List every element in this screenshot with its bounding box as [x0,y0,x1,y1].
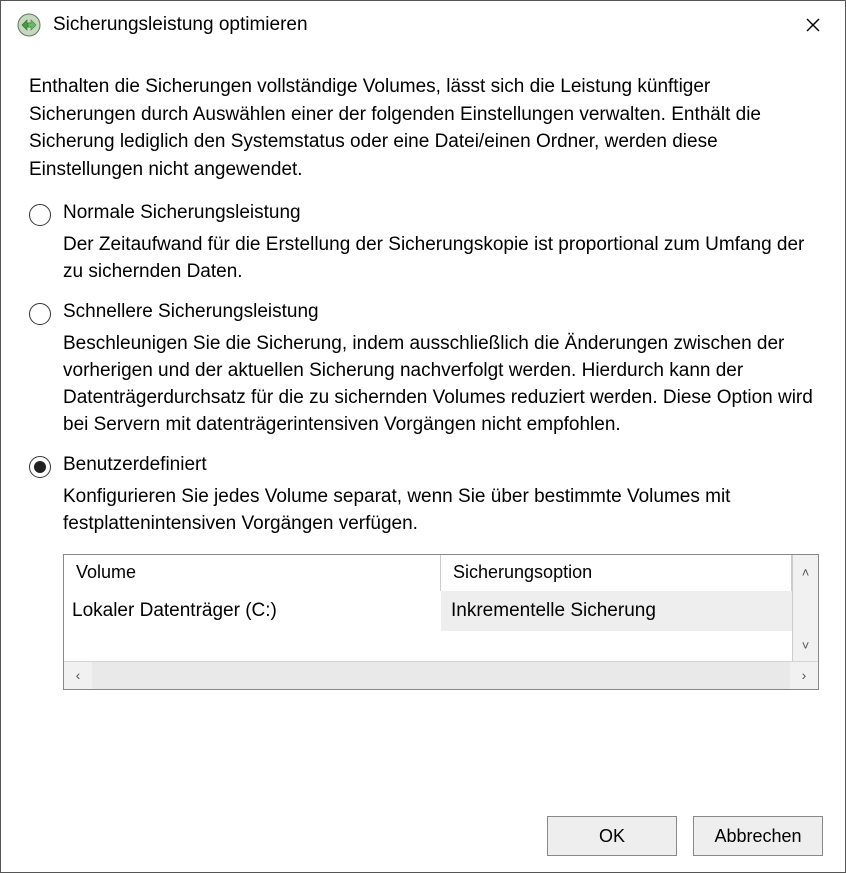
scroll-left-button[interactable]: ‹ [64,662,92,689]
app-icon [15,11,43,39]
chevron-right-icon: › [802,667,807,683]
scroll-track[interactable] [792,591,818,631]
option-normal-label: Normale Sicherungsleistung [63,201,301,224]
window-title: Sicherungsleistung optimieren [53,14,308,36]
scroll-up-button[interactable]: ˄ [792,555,818,591]
option-normal[interactable]: Normale Sicherungsleistung [29,201,817,226]
table-header-row: Volume Sicherungsoption ˄ [64,555,818,591]
option-faster-desc: Beschleunigen Sie die Sicherung, indem a… [63,331,817,439]
radio-normal[interactable] [29,204,51,226]
option-custom[interactable]: Benutzerdefiniert [29,453,817,478]
dialog-buttons: OK Abbrechen [547,816,823,856]
header-option[interactable]: Sicherungsoption [441,555,792,591]
option-custom-label: Benutzerdefiniert [63,453,207,476]
scroll-track-horizontal[interactable] [92,662,790,689]
option-custom-desc: Konfigurieren Sie jedes Volume separat, … [63,484,817,538]
chevron-left-icon: ‹ [76,667,81,683]
table-row[interactable]: Lokaler Datenträger (C:) Inkrementelle S… [64,591,818,631]
horizontal-scrollbar[interactable]: ‹ › [64,661,818,689]
intro-text: Enthalten die Sicherungen vollständige V… [29,73,817,183]
cell-option[interactable]: Inkrementelle Sicherung [441,591,792,631]
header-volume[interactable]: Volume [64,555,441,591]
close-icon [806,18,820,32]
scroll-down-button[interactable]: ˅ [792,631,818,661]
option-faster[interactable]: Schnellere Sicherungsleistung [29,300,817,325]
cell-volume: Lokaler Datenträger (C:) [64,591,441,631]
option-faster-label: Schnellere Sicherungsleistung [63,300,319,323]
close-button[interactable] [793,5,833,45]
radio-faster[interactable] [29,303,51,325]
option-normal-desc: Der Zeitaufwand für die Erstellung der S… [63,232,817,286]
cancel-button[interactable]: Abbrechen [693,816,823,856]
titlebar: Sicherungsleistung optimieren [1,1,845,49]
chevron-down-icon: ˅ [802,638,810,653]
content-area: Enthalten die Sicherungen vollständige V… [1,49,845,690]
volume-table: Volume Sicherungsoption ˄ Lokaler Datent… [63,554,819,690]
radio-custom[interactable] [29,456,51,478]
ok-button[interactable]: OK [547,816,677,856]
chevron-up-icon: ˄ [802,565,810,580]
scroll-right-button[interactable]: › [790,662,818,689]
table-empty-row: ˅ [64,631,818,661]
